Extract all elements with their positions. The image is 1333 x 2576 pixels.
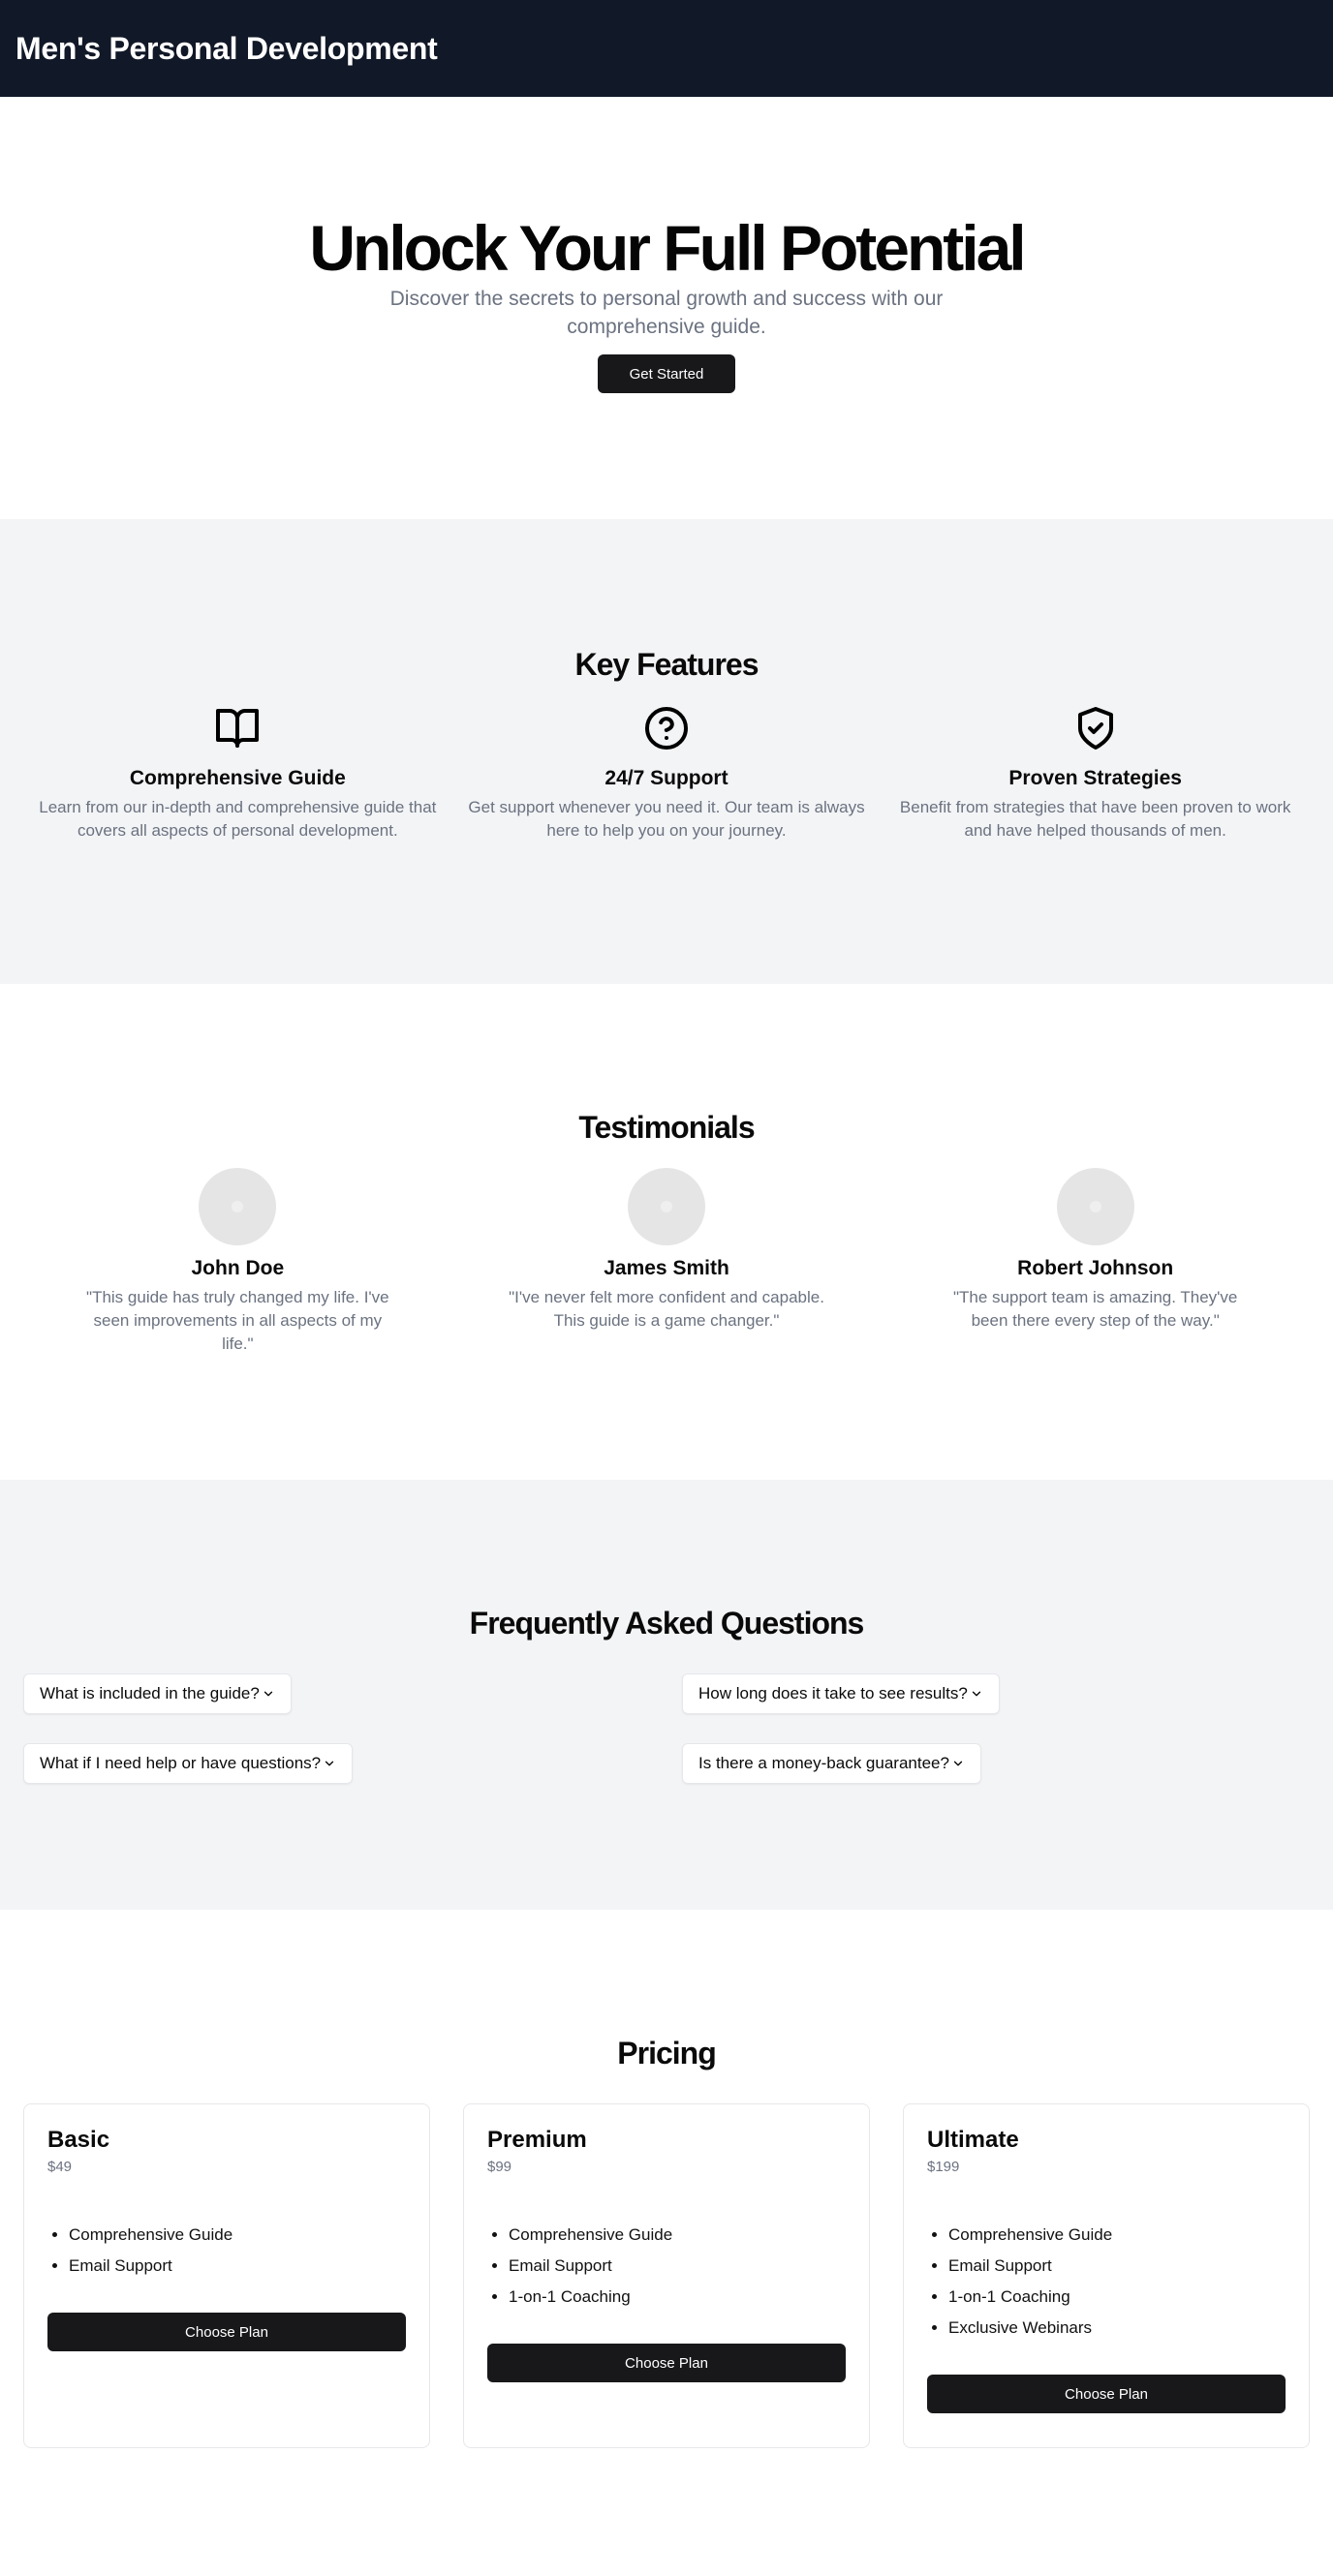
faq-question-label: What is included in the guide?: [40, 1684, 260, 1702]
testimonial-quote: "I've never felt more confident and capa…: [509, 1288, 824, 1330]
plan-name: Premium: [487, 2127, 587, 2153]
plan-feature: 1-on-1 Coaching: [948, 2282, 1286, 2313]
plan-feature-list: Comprehensive Guide Email Support 1-on-1…: [487, 2220, 846, 2313]
pricing-section: Pricing Basic $49 Comprehensive Guide Em…: [0, 1910, 1333, 2576]
plan-feature: Email Support: [509, 2251, 846, 2282]
faq-question-label: What if I need help or have questions?: [40, 1754, 322, 1772]
chevron-down-icon: [325, 1761, 334, 1766]
plan-feature-list: Comprehensive Guide Email Support 1-on-1…: [927, 2220, 1286, 2344]
testimonial-quote: "This guide has truly changed my life. I…: [86, 1288, 389, 1353]
site-header: Men's Personal Development: [0, 0, 1333, 97]
features-title: Key Features: [574, 647, 760, 682]
pricing-title: Pricing: [617, 2036, 716, 2070]
faq-question-button[interactable]: Is there a money-back guarantee?: [682, 1743, 981, 1784]
avatar: [1056, 1168, 1134, 1245]
plan-feature: Email Support: [69, 2251, 406, 2282]
choose-plan-button[interactable]: Choose Plan: [47, 2313, 406, 2351]
plan-card-basic: Basic $49 Comprehensive Guide Email Supp…: [23, 2103, 430, 2448]
avatar-placeholder-icon: [232, 1201, 244, 1212]
faq-question-button[interactable]: How long does it take to see results?: [682, 1673, 1000, 1714]
plan-name: Ultimate: [927, 2127, 1019, 2153]
plan-name: Basic: [47, 2127, 110, 2153]
plan-feature: Comprehensive Guide: [509, 2220, 846, 2251]
book-open-icon: [216, 709, 260, 748]
plan-feature: Exclusive Webinars: [948, 2313, 1286, 2344]
avatar-placeholder-icon: [1089, 1201, 1101, 1212]
feature-card: Comprehensive Guide Learn from our in-de…: [23, 705, 452, 843]
get-started-button[interactable]: Get Started: [598, 354, 735, 393]
plan-feature: 1-on-1 Coaching: [509, 2282, 846, 2313]
faq-question-label: How long does it take to see results?: [698, 1684, 968, 1702]
feature-text: Learn from our in-depth and comprehensiv…: [39, 798, 437, 840]
plan-feature: Comprehensive Guide: [948, 2220, 1286, 2251]
feature-text: Benefit from strategies that have been p…: [899, 798, 1291, 840]
testimonials-title: Testimonials: [578, 1110, 755, 1145]
hero-title: Unlock Your Full Potential: [309, 212, 1026, 284]
faq-question-button[interactable]: What if I need help or have questions?: [23, 1743, 354, 1784]
avatar: [199, 1168, 277, 1245]
chevron-down-icon: [264, 1691, 272, 1697]
plan-feature: Comprehensive Guide: [69, 2220, 406, 2251]
testimonial-name: Robert Johnson: [1017, 1257, 1174, 1279]
plan-card-premium: Premium $99 Comprehensive Guide Email Su…: [463, 2103, 870, 2448]
testimonial-card: James Smith "I've never felt more confid…: [452, 1168, 882, 1356]
feature-title: Comprehensive Guide: [129, 767, 346, 789]
plan-price: $199: [927, 2159, 960, 2175]
faq-title: Frequently Asked Questions: [469, 1606, 865, 1641]
chevron-down-icon: [972, 1691, 980, 1697]
chevron-down-icon: [953, 1761, 963, 1766]
avatar-placeholder-icon: [661, 1201, 672, 1212]
avatar: [628, 1168, 705, 1245]
plan-feature-list: Comprehensive Guide Email Support: [47, 2220, 406, 2282]
features-section: Key Features Comprehensive Guide Learn f…: [0, 519, 1333, 984]
plan-feature: Email Support: [948, 2251, 1286, 2282]
plan-price: $99: [487, 2159, 512, 2175]
testimonial-name: James Smith: [604, 1257, 729, 1279]
faq-question-button[interactable]: What is included in the guide?: [23, 1673, 292, 1714]
feature-card: 24/7 Support Get support whenever you ne…: [452, 705, 882, 843]
plan-price: $49: [47, 2159, 73, 2175]
hero-subtitle: Discover the secrets to personal growth …: [389, 288, 944, 338]
faq-section: Frequently Asked Questions What is inclu…: [0, 1480, 1333, 1910]
feature-title: Proven Strategies: [1008, 767, 1182, 789]
help-circle-icon: [645, 707, 688, 750]
features-grid: Comprehensive Guide Learn from our in-de…: [0, 705, 1333, 843]
feature-text: Get support whenever you need it. Our te…: [468, 798, 865, 840]
shield-check-icon: [1077, 707, 1113, 750]
site-title: Men's Personal Development: [16, 30, 438, 66]
testimonials-section: Testimonials John Doe "This guide has tr…: [0, 984, 1333, 1480]
feature-title: 24/7 Support: [604, 767, 728, 789]
faq-grid: What is included in the guide? How long …: [0, 1673, 1333, 1784]
choose-plan-button[interactable]: Choose Plan: [927, 2375, 1286, 2413]
testimonial-card: John Doe "This guide has truly changed m…: [23, 1168, 452, 1356]
pricing-plans: Basic $49 Comprehensive Guide Email Supp…: [0, 2103, 1333, 2448]
testimonial-quote: "The support team is amazing. They've be…: [952, 1288, 1238, 1330]
choose-plan-button[interactable]: Choose Plan: [487, 2344, 846, 2382]
feature-card: Proven Strategies Benefit from strategie…: [881, 705, 1310, 843]
testimonials-grid: John Doe "This guide has truly changed m…: [0, 1168, 1333, 1356]
faq-question-label: Is there a money-back guarantee?: [698, 1754, 949, 1772]
hero-section: Unlock Your Full Potential Discover the …: [0, 97, 1333, 519]
testimonial-name: John Doe: [191, 1257, 285, 1279]
plan-card-ultimate: Ultimate $199 Comprehensive Guide Email …: [903, 2103, 1310, 2448]
testimonial-card: Robert Johnson "The support team is amaz…: [881, 1168, 1310, 1356]
